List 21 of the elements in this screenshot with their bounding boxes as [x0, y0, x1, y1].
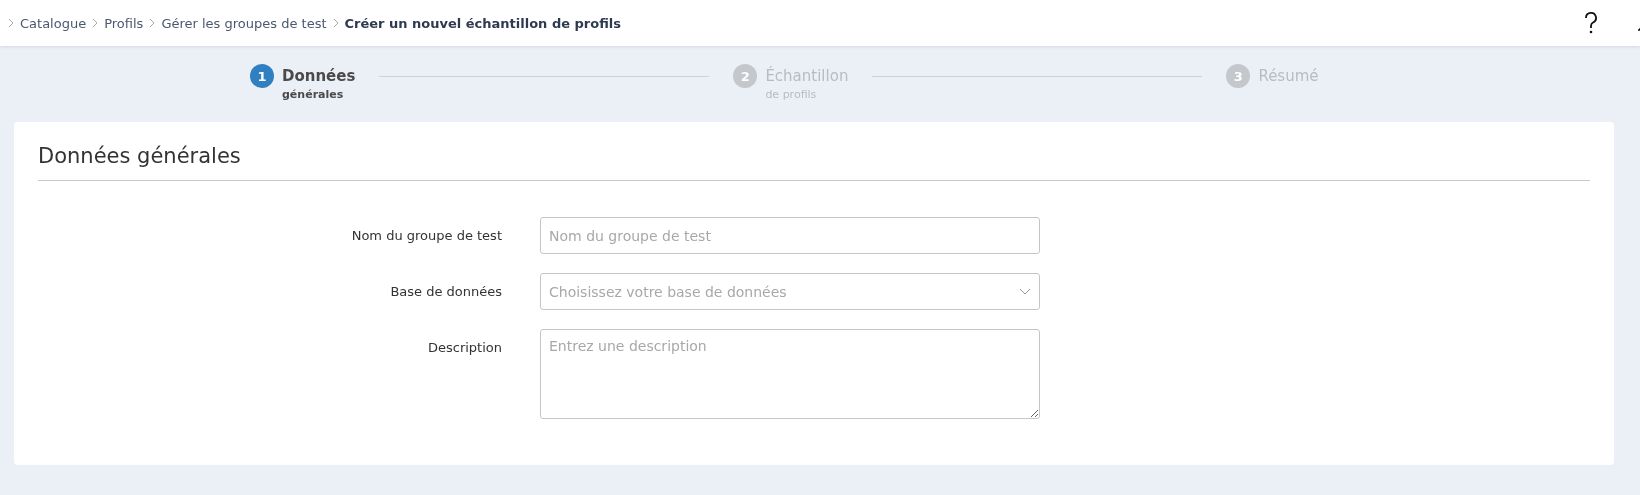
help-icon[interactable] — [1584, 11, 1598, 35]
chevron-right-icon — [8, 18, 14, 28]
step-number: 3 — [1226, 64, 1251, 88]
chevron-down-icon — [1019, 288, 1031, 295]
breadcrumb-link[interactable]: Gérer les groupes de test — [161, 15, 327, 31]
chevron-right-icon — [92, 18, 99, 28]
field-label: Description — [426, 339, 502, 355]
field-label: Base de données — [389, 283, 502, 299]
card-title: Données générales — [38, 144, 1590, 181]
step-subtitle: générales — [282, 88, 345, 101]
breadcrumb-link[interactable]: Créer un nouvel échantillon de profils — [344, 15, 621, 31]
input-field[interactable]: Nom du groupe de test — [540, 217, 1040, 254]
breadcrumb-link[interactable]: Profils — [104, 15, 144, 31]
field-label: Nom du groupe de test — [350, 227, 502, 243]
chevron-right-icon — [149, 18, 156, 28]
breadcrumb-link[interactable]: Catalogue — [20, 15, 87, 31]
chevron-right-icon — [332, 18, 339, 28]
step-number: 1 — [250, 64, 274, 88]
step-title: Données — [282, 66, 356, 87]
textarea-field[interactable]: Entrez une description — [540, 329, 1040, 419]
step-number: 2 — [733, 64, 758, 88]
